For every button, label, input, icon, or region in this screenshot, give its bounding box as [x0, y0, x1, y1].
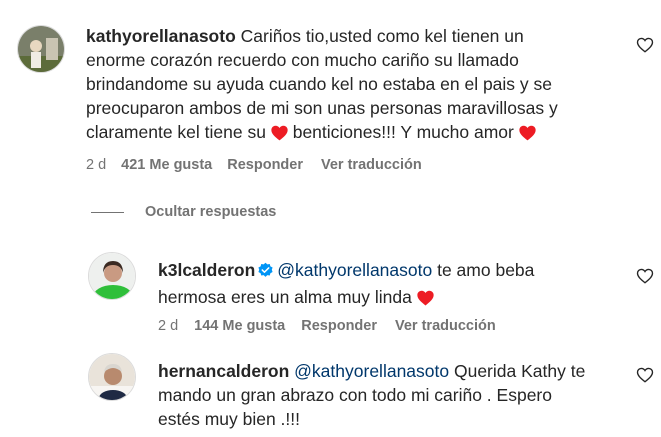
red-heart-emoji [417, 288, 434, 312]
reply-button[interactable]: Responder [227, 157, 303, 173]
like-heart-icon[interactable] [636, 267, 654, 285]
likes-count[interactable]: 421 Me gusta [121, 157, 212, 173]
translate-button[interactable]: Ver traducción [395, 318, 496, 334]
username-link[interactable]: hernancalderon [158, 361, 289, 381]
avatar-hernancalderon[interactable] [88, 353, 136, 401]
hide-replies-toggle[interactable]: Ocultar respuestas [91, 204, 276, 220]
red-heart-emoji [271, 123, 288, 147]
reply-text: hernancalderon @kathyorellanasoto Querid… [158, 361, 586, 429]
reply-hernancalderon: hernancalderon @kathyorellanasoto Querid… [0, 340, 661, 437]
translate-button[interactable]: Ver traducción [321, 157, 422, 173]
like-heart-icon[interactable] [636, 366, 654, 384]
username-link[interactable]: kathyorellanasoto [86, 26, 236, 46]
comment-meta: 2 d 421 Me gusta Responder Ver traducció… [86, 157, 422, 173]
avatar-k3lcalderon[interactable] [88, 252, 136, 300]
reply-text: k3lcalderon @kathyorellanasoto te amo beb… [158, 258, 618, 312]
timestamp: 2 d [158, 318, 179, 334]
comment-text: kathyorellanasoto Cariños tio,usted como… [86, 24, 606, 147]
likes-count[interactable]: 144 Me gusta [194, 318, 285, 334]
red-heart-emoji [519, 123, 536, 147]
avatar-kathyorellanasoto[interactable] [17, 25, 65, 73]
timestamp: 2 d [86, 157, 107, 173]
username-link[interactable]: k3lcalderon [158, 260, 255, 280]
mention-link[interactable]: @kathyorellanasoto [277, 260, 432, 280]
comment-kathyorellanasoto: kathyorellanasoto Cariños tio,usted como… [0, 0, 661, 190]
divider-line [91, 211, 124, 213]
reply-k3lcalderon: k3lcalderon @kathyorellanasoto te amo beb… [0, 240, 661, 340]
verified-badge-icon [257, 261, 274, 285]
like-heart-icon[interactable] [636, 36, 654, 54]
mention-link[interactable]: @kathyorellanasoto [294, 361, 449, 381]
reply-button[interactable]: Responder [301, 318, 377, 334]
reply-meta: 2 d 144 Me gusta Responder Ver traducció… [158, 318, 496, 334]
hide-replies-label[interactable]: Ocultar respuestas [145, 204, 276, 220]
